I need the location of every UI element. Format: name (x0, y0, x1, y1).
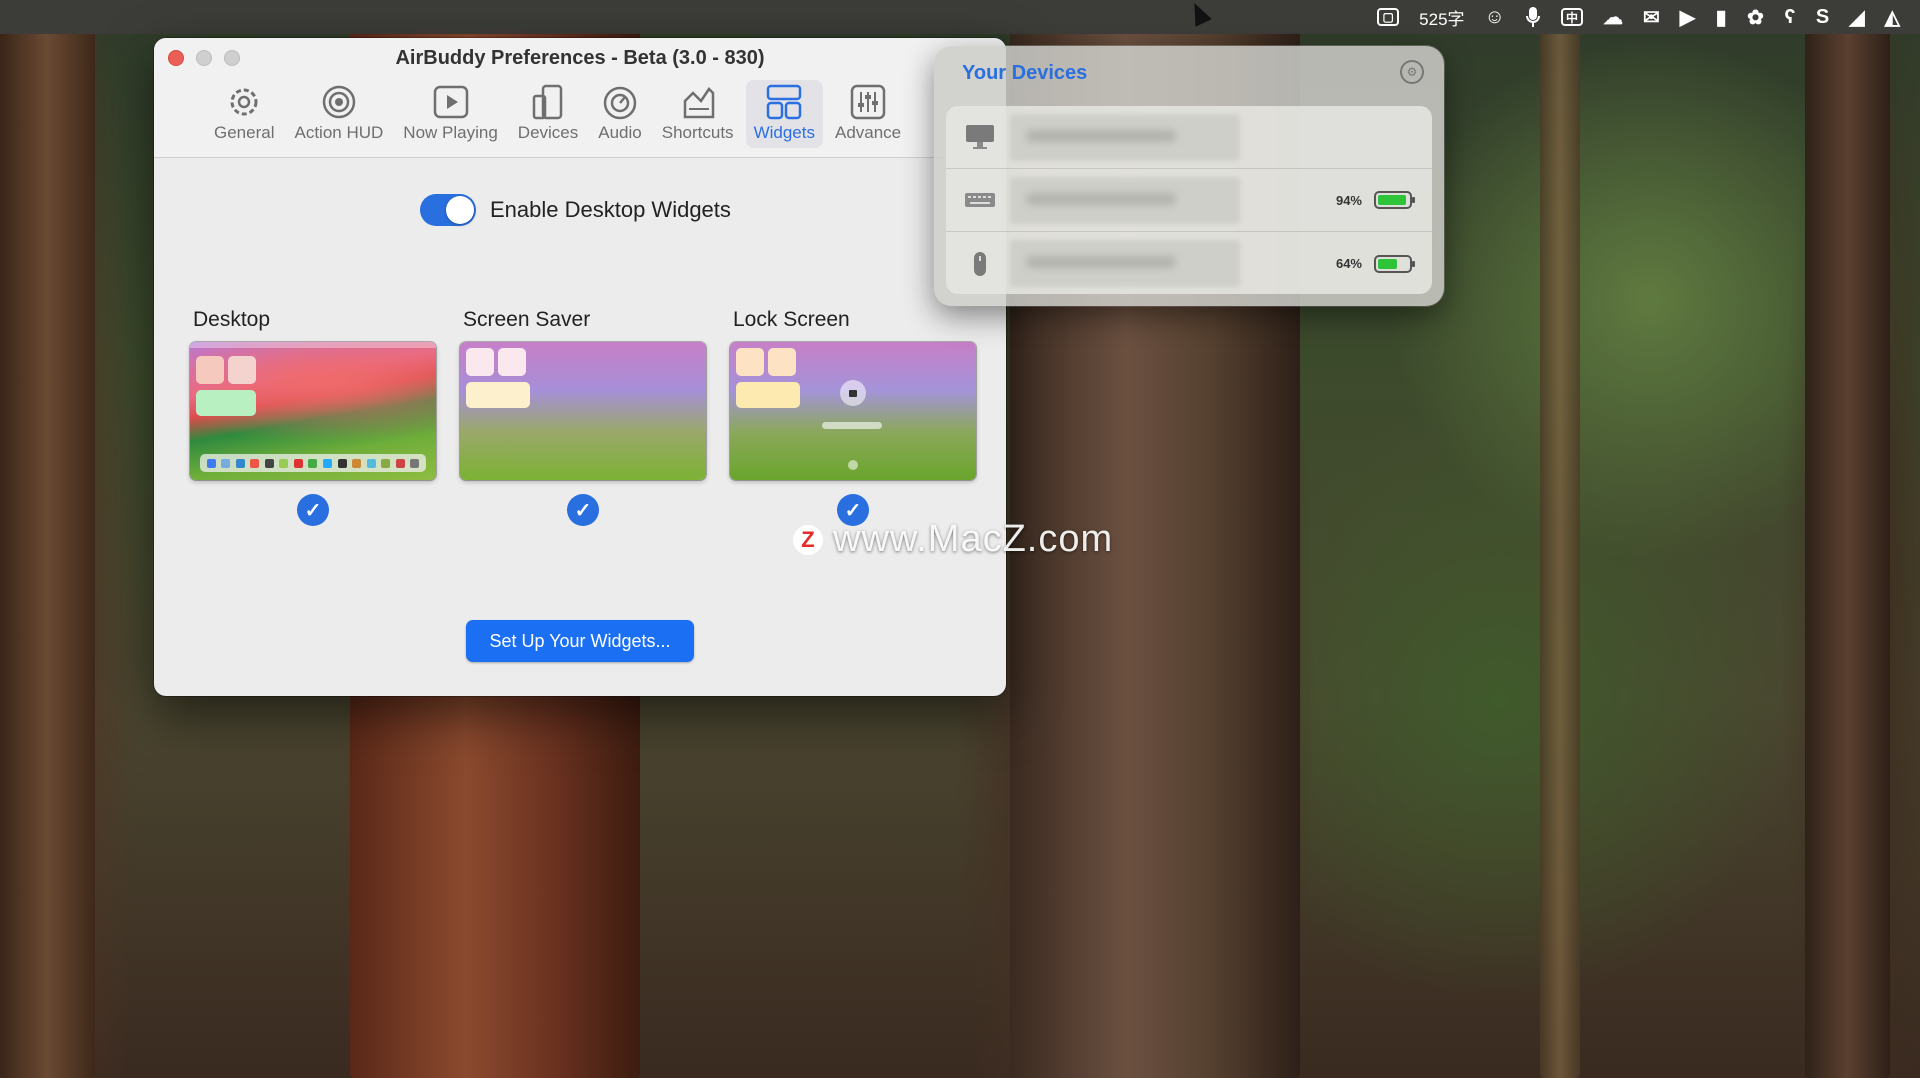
toggle-knob (446, 196, 474, 224)
widget-tile (736, 382, 800, 408)
input-method-icon[interactable]: 中 (1551, 0, 1593, 34)
gear-icon (225, 83, 263, 121)
widget-tile (196, 390, 256, 416)
app-icon-2[interactable]: ◭ (1875, 0, 1910, 34)
tab-general[interactable]: General (206, 80, 282, 148)
battery-percent: 94% (1335, 192, 1362, 208)
widget-tile (768, 348, 796, 376)
widget-tile (196, 356, 224, 384)
tab-label: Shortcuts (661, 123, 734, 142)
option-lock-screen: Lock Screen ✓ (730, 308, 976, 526)
menu-bar: ▢ 525字 ☺ 中 ☁ ✉ ▶ ▮ ✿ ʕ S ◢ ◭ (0, 0, 1920, 34)
redacted-text (1026, 256, 1176, 268)
desktop-checkbox[interactable]: ✓ (297, 494, 329, 526)
set-up-widgets-button[interactable]: Set Up Your Widgets... (466, 620, 694, 662)
redacted-text (1026, 193, 1176, 205)
keyboard-icon (964, 192, 996, 208)
preferences-toolbar: General Action HUD Now Playing Devices A… (206, 80, 909, 148)
option-label: Lock Screen (733, 308, 850, 331)
option-screen-saver: Screen Saver ✓ (460, 308, 706, 526)
widgets-pane: Enable Desktop Widgets Desktop ✓ Screen … (154, 158, 1006, 696)
device-list: 94% 64% (946, 106, 1432, 294)
enable-widgets-toggle[interactable] (420, 194, 476, 226)
option-label: Screen Saver (463, 308, 591, 331)
device-row[interactable] (946, 106, 1432, 169)
widget-tile (466, 382, 530, 408)
gear-flower-icon[interactable]: ✿ (1737, 0, 1774, 34)
screen-saver-checkbox[interactable]: ✓ (567, 494, 599, 526)
widget-tile (498, 348, 526, 376)
tab-label: Audio (598, 123, 642, 142)
play-icon[interactable]: ▶ (1670, 0, 1705, 34)
cloud-icon[interactable]: ☁ (1593, 0, 1633, 34)
tab-label: Widgets (753, 123, 815, 142)
devices-icon (529, 83, 567, 121)
lock-dot (848, 460, 858, 470)
widget-tile (466, 348, 494, 376)
tab-widgets[interactable]: Widgets (745, 80, 823, 148)
watermark: Z www.MacZ.com (793, 518, 1113, 561)
tab-label: Action HUD (294, 123, 384, 142)
option-desktop: Desktop ✓ (190, 308, 436, 526)
tab-label: Devices (517, 123, 579, 142)
battery-percent: 64% (1335, 256, 1362, 271)
watermark-text: www.MacZ.com (833, 518, 1114, 560)
bear-icon[interactable]: ʕ (1774, 0, 1806, 34)
enable-widgets-label: Enable Desktop Widgets (490, 197, 731, 222)
widget-tile (736, 348, 764, 376)
watermark-logo: Z (793, 524, 823, 555)
battery-icon (1374, 254, 1415, 273)
mouse-icon (964, 251, 996, 277)
tab-action-hud[interactable]: Action HUD (286, 80, 391, 148)
widgets-icon (765, 83, 803, 121)
app-icon[interactable]: ▢ (1367, 0, 1409, 34)
s-icon[interactable]: S (1806, 0, 1839, 34)
tab-label: Now Playing (403, 123, 498, 142)
title-bar: AirBuddy Preferences - Beta (3.0 - 830) … (154, 38, 1006, 158)
battery-fill (1378, 258, 1398, 269)
tab-advanced[interactable]: Advance (827, 80, 909, 148)
preferences-window: AirBuddy Preferences - Beta (3.0 - 830) … (154, 38, 1006, 696)
bookmark-icon[interactable]: ▮ (1705, 0, 1737, 34)
device-row[interactable]: 94% (946, 169, 1432, 232)
chart-icon[interactable]: ◢ (1839, 0, 1874, 34)
popover-title: Your Devices (962, 62, 1088, 84)
desktop-preview[interactable] (190, 342, 436, 480)
devices-popover: Your Devices ⚙ 94% 64% (934, 46, 1444, 306)
tab-audio[interactable]: Audio (590, 80, 649, 148)
audio-icon (601, 83, 639, 121)
tree-trunk (1805, 30, 1890, 1078)
microphone-icon[interactable] (1515, 0, 1551, 34)
imac-icon (964, 124, 996, 150)
word-count[interactable]: 525字 (1409, 0, 1474, 34)
preview-dock (200, 454, 426, 472)
widget-tile (228, 356, 256, 384)
preview-menubar (190, 342, 436, 348)
tab-label: General (214, 123, 275, 142)
tree-trunk (0, 30, 95, 1078)
battery-fill (1378, 195, 1407, 205)
smiley-icon[interactable]: ☺ (1475, 0, 1515, 34)
hud-icon (320, 83, 358, 121)
option-label: Desktop (193, 308, 271, 331)
lock-icon (840, 380, 866, 406)
screen-saver-preview[interactable] (460, 342, 706, 480)
play-icon (432, 83, 470, 121)
lock-screen-preview[interactable] (730, 342, 976, 480)
tab-label: Advance (834, 123, 902, 142)
device-row[interactable]: 64% (946, 232, 1432, 294)
sliders-icon (849, 83, 887, 121)
wechat-icon[interactable]: ✉ (1633, 0, 1670, 34)
settings-icon[interactable]: ⚙ (1400, 60, 1424, 84)
window-title: AirBuddy Preferences - Beta (3.0 - 830) (395, 47, 765, 69)
tab-devices[interactable]: Devices (510, 80, 586, 148)
enable-widgets-row: Enable Desktop Widgets (420, 194, 731, 226)
battery-icon (1374, 191, 1415, 209)
tree-trunk (1540, 30, 1580, 1078)
tab-now-playing[interactable]: Now Playing (395, 80, 506, 148)
shortcuts-icon (679, 83, 717, 121)
tab-shortcuts[interactable]: Shortcuts (654, 80, 742, 148)
redacted-text (1026, 130, 1176, 142)
lock-password-bar (822, 422, 882, 429)
